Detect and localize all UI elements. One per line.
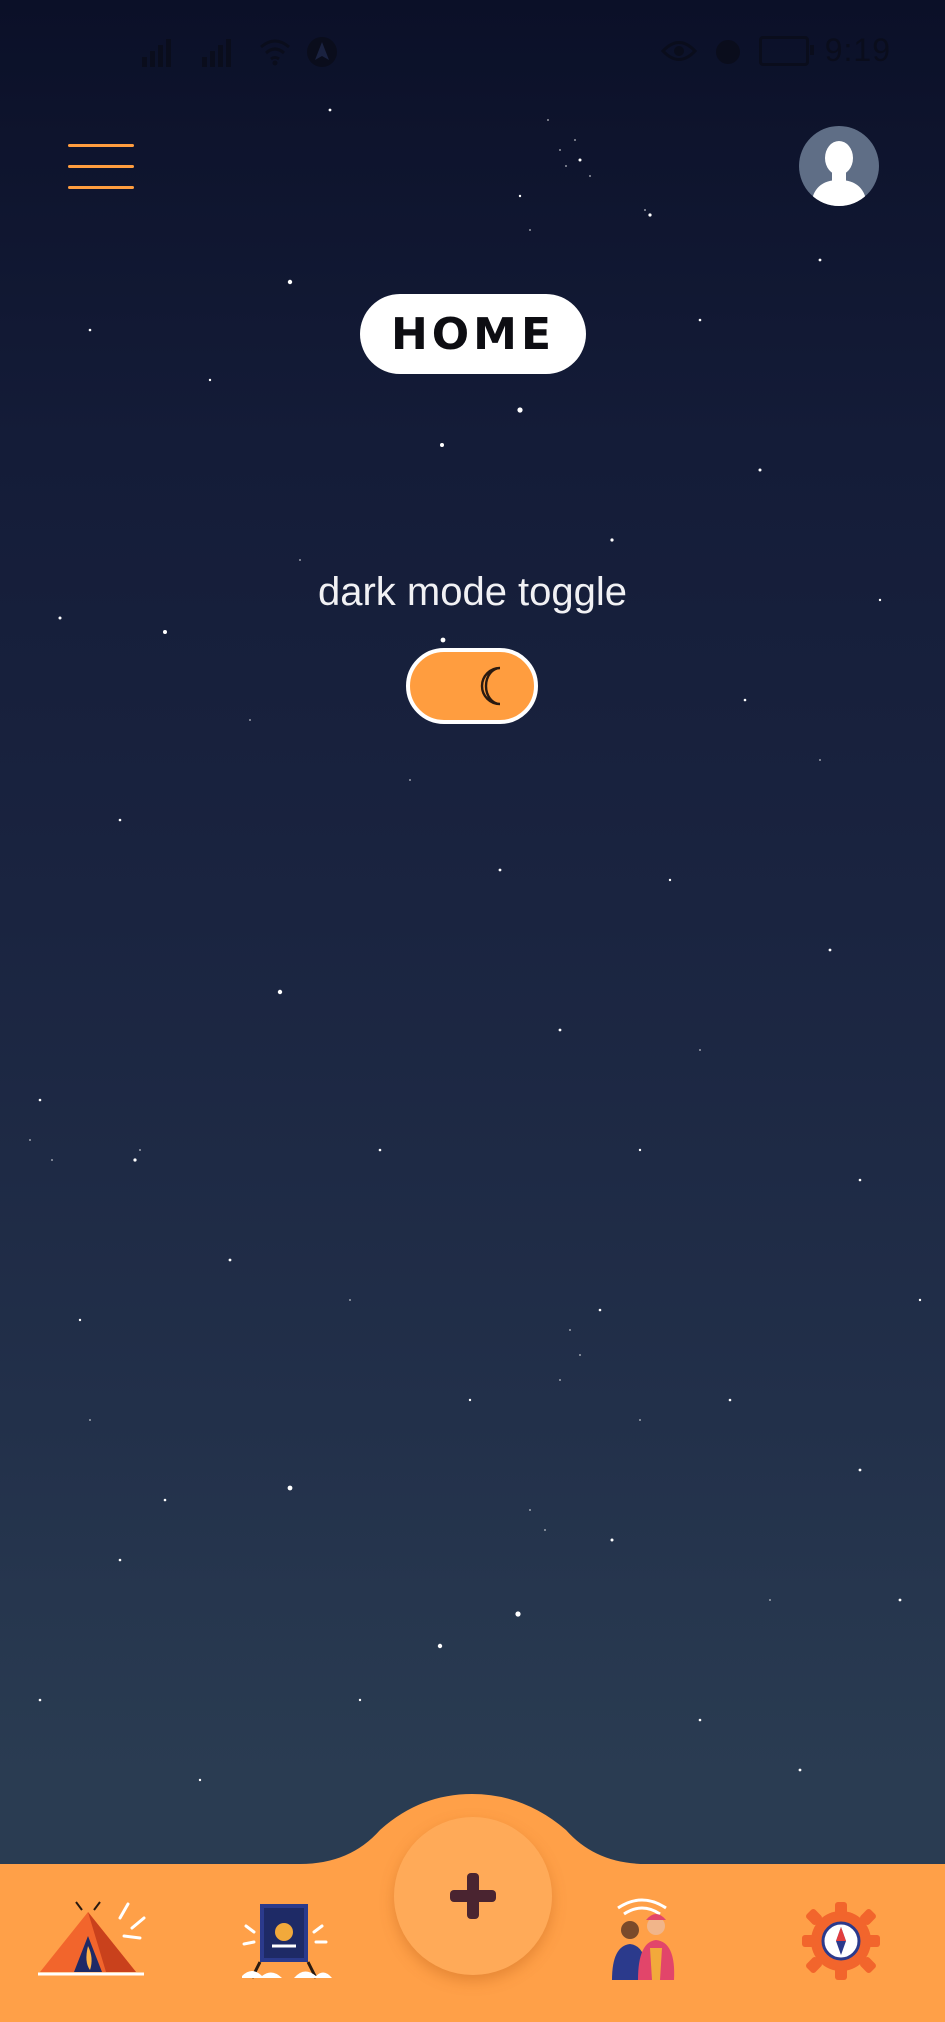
wifi-icon: [260, 39, 290, 66]
user-avatar-icon: [811, 141, 867, 206]
battery-icon: [758, 35, 814, 66]
alarm-icon: [715, 39, 740, 64]
signal-icon: [202, 39, 231, 67]
eye-icon: [660, 40, 697, 61]
status-bar-right: 9:19: [660, 32, 891, 69]
user-avatar-button[interactable]: [799, 126, 879, 206]
nav-item-camping[interactable]: [36, 1896, 146, 1986]
moon-icon: [480, 666, 501, 706]
nav-item-settings[interactable]: [786, 1896, 896, 1986]
signal-icon: [142, 39, 171, 67]
friends-group-icon: [612, 1898, 675, 1980]
camping-tent-icon: [38, 1901, 146, 1976]
dark-mode-toggle-label: dark mode toggle: [317, 570, 628, 614]
page-title: HOME: [360, 294, 586, 374]
nav-item-bonfire[interactable]: [232, 1896, 342, 1986]
status-time: 9:19: [824, 32, 891, 68]
menu-button[interactable]: [68, 144, 134, 190]
starfield-background: [29, 108, 922, 1782]
dark-mode-toggle[interactable]: [406, 648, 538, 724]
bonfire-board-icon: [242, 1904, 332, 1979]
nav-item-friends[interactable]: [590, 1896, 700, 1986]
navigation-icon: [307, 37, 337, 67]
settings-compass-icon: [802, 1902, 880, 1980]
add-icon: [450, 1873, 496, 1919]
add-button[interactable]: [394, 1817, 552, 1975]
status-bar-left: [138, 36, 338, 68]
status-bar: 9:19: [0, 0, 945, 110]
hamburger-menu-icon: [68, 144, 134, 147]
